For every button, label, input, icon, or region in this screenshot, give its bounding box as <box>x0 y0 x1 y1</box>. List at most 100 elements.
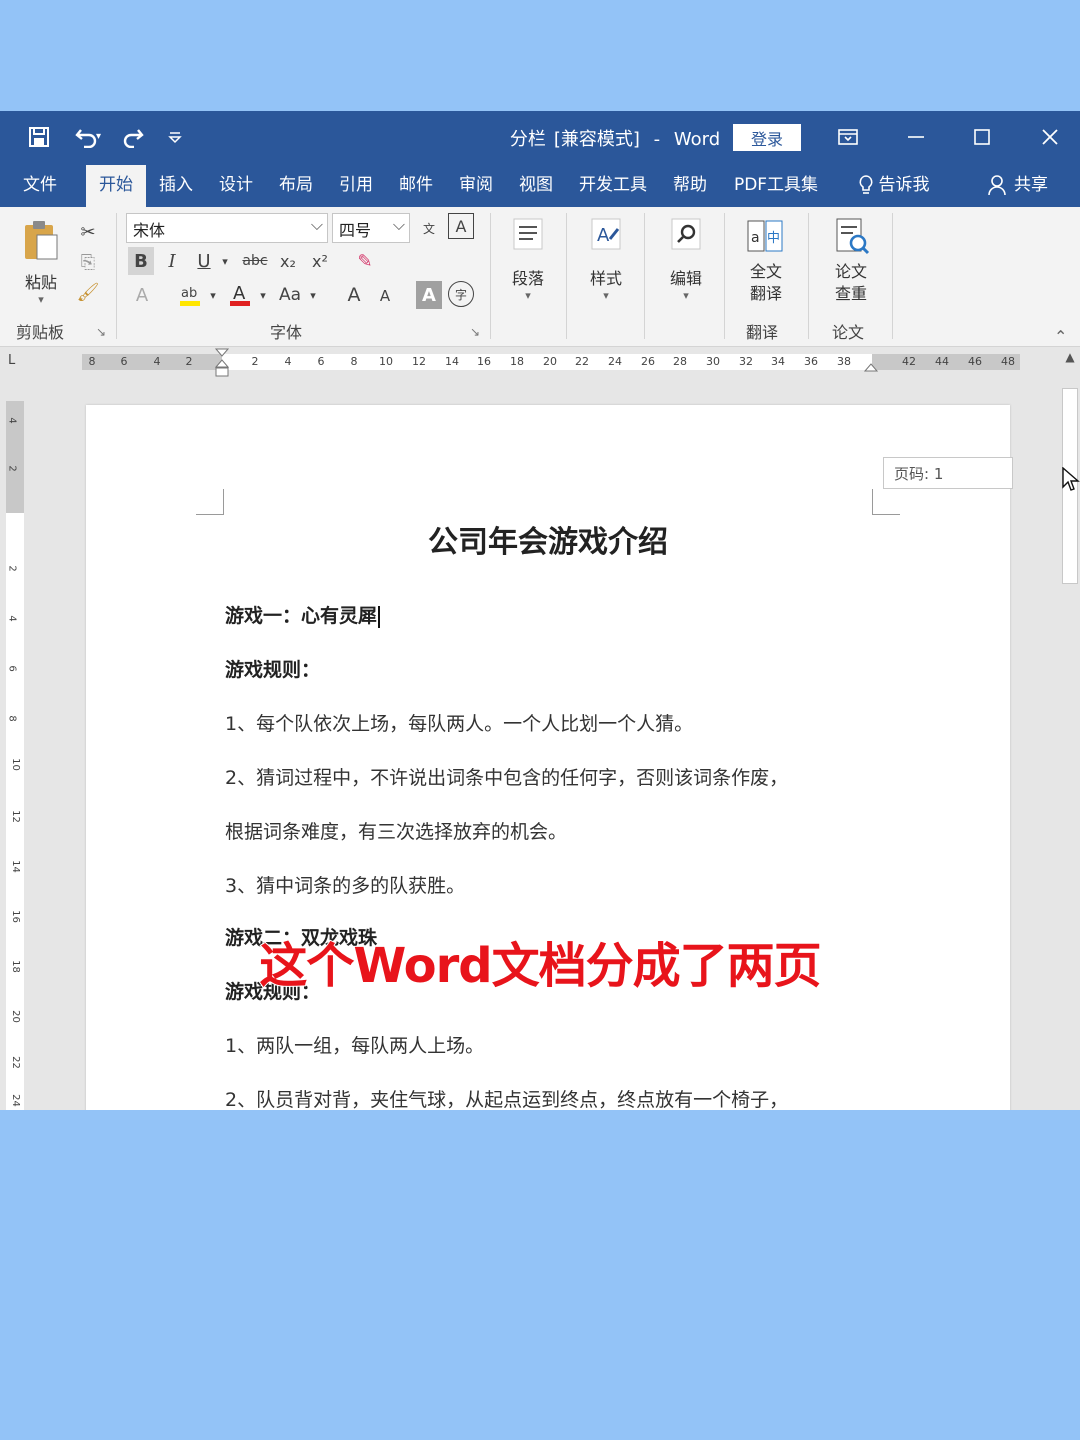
paragraph[interactable]: 3、猜中词条的多的队获胜。 <box>225 871 465 898</box>
copy-icon[interactable]: ⎘ <box>74 249 102 275</box>
save-icon[interactable] <box>24 123 54 151</box>
tab-design[interactable]: 设计 <box>210 163 262 207</box>
font-size-combo[interactable]: 四号 ⌵ <box>332 213 410 243</box>
editing-button[interactable]: 编辑 ▾ <box>658 215 714 302</box>
clipboard-group-label: 剪贴板 <box>16 323 65 342</box>
customize-icon[interactable] <box>162 123 188 151</box>
paragraph[interactable]: 1、两队一组，每队两人上场。 <box>225 1031 484 1058</box>
highlight-dropdown-icon[interactable]: ▾ <box>206 281 220 309</box>
italic-button[interactable]: I <box>160 247 184 275</box>
phonetic-guide-icon[interactable]: 文 <box>414 213 444 243</box>
font-name-combo[interactable]: 宋体 ⌵ <box>126 213 328 243</box>
paper-check-icon <box>836 218 870 255</box>
vruler-tick: 4 <box>6 615 18 622</box>
compat-mode: [兼容模式] <box>553 129 640 150</box>
enclose-characters-icon[interactable]: 字 <box>448 281 474 307</box>
tab-help[interactable]: 帮助 <box>664 163 716 207</box>
paragraph[interactable]: 游戏规则： <box>225 655 320 682</box>
group-divider <box>644 213 645 339</box>
ruler-tick: 12 <box>412 355 426 368</box>
tab-pdf-tools[interactable]: PDF工具集 <box>726 163 826 207</box>
undo-icon[interactable]: ▾ <box>66 123 110 151</box>
underline-dropdown-icon[interactable]: ▾ <box>218 247 232 275</box>
scroll-up-icon[interactable]: ▲ <box>1062 350 1078 366</box>
collapse-ribbon-icon[interactable]: ⌃ <box>1054 327 1067 346</box>
styles-button[interactable]: A 样式 ▾ <box>578 215 634 302</box>
change-case-button[interactable]: Aa <box>274 281 306 309</box>
svg-text:ab: ab <box>181 286 197 301</box>
group-divider <box>116 213 117 339</box>
redo-icon[interactable] <box>118 123 148 151</box>
tab-layout[interactable]: 布局 <box>270 163 322 207</box>
paragraph[interactable]: 1、每个队依次上场，每队两人。一个人比划一个人猜。 <box>225 709 693 736</box>
paper-check-button[interactable]: 论文 查重 <box>820 215 882 305</box>
tab-home[interactable]: 开始 <box>86 165 146 207</box>
paragraph[interactable]: 2、队员背对背，夹住气球，从起点运到终点，终点放有一个椅子， <box>225 1085 788 1110</box>
tab-file[interactable]: 文件 <box>8 163 72 207</box>
document-page[interactable]: 页码: 1 公司年会游戏介绍 游戏一：心有灵犀 游戏规则： 1、每个队依次上场，… <box>86 405 1013 1110</box>
minimize-icon[interactable] <box>896 121 936 153</box>
vertical-ruler[interactable]: 4 2 2 4 6 8 10 12 14 16 18 20 22 24 <box>6 401 24 1110</box>
superscript-button[interactable]: x² <box>306 247 334 275</box>
vruler-tick: 20 <box>9 1010 21 1023</box>
paragraph-button[interactable]: 段落 ▾ <box>500 215 556 302</box>
font-color-dropdown-icon[interactable]: ▾ <box>256 281 270 309</box>
tab-developer[interactable]: 开发工具 <box>570 163 656 207</box>
highlight-icon[interactable]: ab <box>176 281 204 309</box>
translate-group-label: 翻译 <box>746 323 779 342</box>
paste-button[interactable]: 粘贴 ▾ <box>14 219 68 306</box>
strikethrough-button[interactable]: abc <box>238 247 272 275</box>
paragraph-icon <box>513 218 543 250</box>
change-case-dropdown-icon[interactable]: ▾ <box>306 281 320 309</box>
shrink-font-button[interactable]: A <box>372 283 398 309</box>
tell-me-search[interactable]: 告诉我 <box>842 163 946 207</box>
font-color-icon[interactable]: A <box>226 281 254 309</box>
clipboard-launcher-icon[interactable]: ↘ <box>96 325 106 339</box>
horizontal-ruler[interactable]: 8 6 4 2 2 4 6 8 10 12 14 16 18 20 22 24 … <box>82 348 1020 377</box>
full-text-translate-button[interactable]: a中 全文 翻译 <box>736 215 796 305</box>
person-add-icon <box>988 175 1008 196</box>
ruler-tick: 2 <box>251 355 259 368</box>
ruler-tick: 10 <box>379 355 393 368</box>
tab-selector-icon[interactable]: L <box>8 353 26 371</box>
ruler-tick: 42 <box>902 355 916 368</box>
clear-formatting-icon[interactable]: ✎ <box>348 247 382 275</box>
right-indent-marker-icon[interactable] <box>864 362 878 372</box>
tab-view[interactable]: 视图 <box>510 163 562 207</box>
indent-marker-icon[interactable] <box>215 348 229 378</box>
paragraph[interactable]: 游戏一：心有灵犀 <box>225 601 381 628</box>
paragraph[interactable]: 根据词条难度，有三次选择放弃的机会。 <box>225 817 567 844</box>
login-button[interactable]: 登录 <box>733 124 801 151</box>
bold-button[interactable]: B <box>128 247 154 275</box>
page-number-tooltip: 页码: 1 <box>883 457 1013 489</box>
share-button[interactable]: 共享 <box>978 163 1058 207</box>
font-name-value: 宋体 <box>133 221 166 240</box>
editing-label: 编辑 <box>669 269 702 288</box>
text-cursor <box>378 606 381 628</box>
tab-review[interactable]: 审阅 <box>450 163 502 207</box>
translate-icon: a中 <box>747 220 783 252</box>
tab-insert[interactable]: 插入 <box>150 163 202 207</box>
title-bar: ▾ 分栏 [兼容模式] - Word 登录 <box>0 111 1080 163</box>
find-icon <box>671 218 701 250</box>
maximize-icon[interactable] <box>962 121 1002 153</box>
underline-button[interactable]: U <box>192 247 216 275</box>
mouse-pointer-icon <box>1062 466 1080 500</box>
cut-icon[interactable]: ✂ <box>74 219 102 245</box>
document-heading[interactable]: 公司年会游戏介绍 <box>86 517 1010 561</box>
tab-references[interactable]: 引用 <box>330 163 382 207</box>
ruler-tick: 36 <box>804 355 818 368</box>
paragraph-label: 段落 <box>511 269 544 288</box>
close-icon[interactable] <box>1030 121 1070 153</box>
font-launcher-icon[interactable]: ↘ <box>470 325 480 339</box>
tab-mailings[interactable]: 邮件 <box>390 163 442 207</box>
subscript-button[interactable]: x₂ <box>274 247 302 275</box>
ribbon-home: 粘贴 ▾ ✂ ⎘ 🖌 剪贴板 ↘ 宋体 ⌵ 四号 ⌵ 文 A B I U ▾ a… <box>0 207 1080 347</box>
character-border-icon[interactable]: A <box>448 213 474 239</box>
paragraph[interactable]: 2、猜词过程中，不许说出词条中包含的任何字，否则该词条作废， <box>225 763 788 790</box>
grow-font-button[interactable]: A <box>340 281 368 309</box>
text-effects-icon[interactable]: A <box>128 281 156 309</box>
character-shading-icon[interactable]: A <box>416 281 442 309</box>
ribbon-display-options-icon[interactable] <box>828 121 868 153</box>
format-painter-icon[interactable]: 🖌 <box>74 279 102 305</box>
